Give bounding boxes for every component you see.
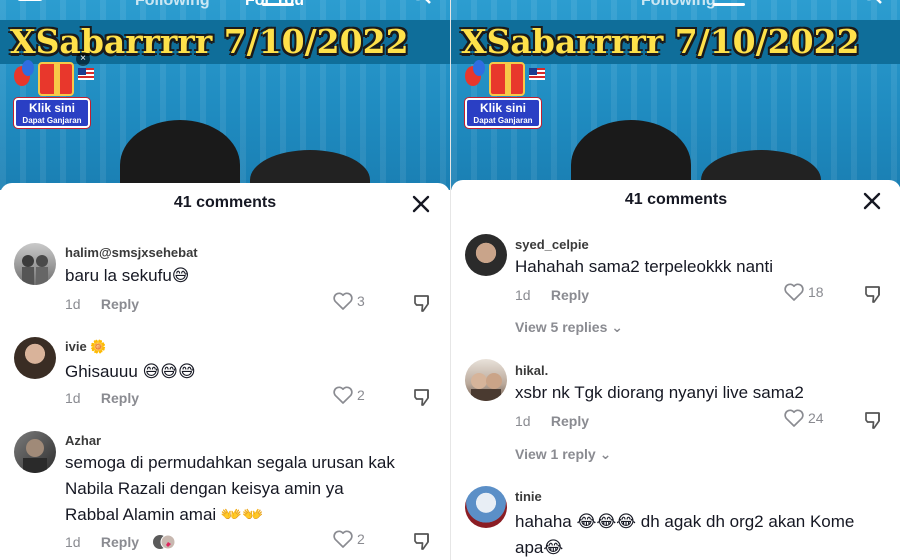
left-screen: Following For You XSabarrrrr 7/10/2022 ×… xyxy=(0,0,450,560)
comment-text: Hahahah sama2 terpeleokkk nanti xyxy=(515,257,773,276)
comment-time: 1d xyxy=(65,390,81,406)
like-button[interactable]: 2 xyxy=(333,386,365,405)
heart-icon xyxy=(784,283,804,302)
heart-icon xyxy=(333,386,353,405)
comment-meta: 1d Reply xyxy=(65,296,139,312)
gift-badge-line2: Dapat Ganjaran xyxy=(22,116,82,125)
tab-following[interactable]: Following xyxy=(641,0,716,10)
gift-icon xyxy=(489,62,525,96)
active-tab-indicator xyxy=(713,3,745,6)
comment-item: halim@smsjxsehebat baru la sekufu😅 1d Re… xyxy=(0,239,450,319)
comments-header: 41 comments xyxy=(451,180,900,224)
gift-badge-line2: Dapat Ganjaran xyxy=(473,116,533,125)
close-icon[interactable] xyxy=(861,190,883,212)
balloon-icon xyxy=(473,60,485,76)
avatar[interactable] xyxy=(465,359,507,401)
comment-username[interactable]: halim@smsjxsehebat xyxy=(65,245,198,260)
reply-button[interactable]: Reply xyxy=(551,287,589,303)
right-screen: Following XSabarrrrr 7/10/2022 Klik sini… xyxy=(450,0,900,560)
dislike-icon[interactable] xyxy=(864,410,884,430)
top-navigation: Following xyxy=(451,0,900,12)
view-replies-button[interactable]: View 5 replies ⌄ xyxy=(515,319,623,336)
close-icon[interactable] xyxy=(410,193,432,215)
comment-item: ivie 🌼 Ghisauuu 😅😅😅 1d Reply 2 xyxy=(0,333,450,413)
comments-sheet: 41 comments halim@smsjxsehebat baru la s… xyxy=(0,183,450,560)
like-count: 2 xyxy=(357,387,365,404)
balloon-icon xyxy=(22,60,34,76)
dislike-icon[interactable] xyxy=(413,531,433,551)
flag-icon xyxy=(78,68,94,80)
comment-meta: 1d Reply xyxy=(65,390,139,406)
avatar[interactable] xyxy=(465,234,507,276)
reply-button[interactable]: Reply xyxy=(551,413,589,429)
gift-badge-line1: Klik sini xyxy=(28,101,75,115)
comment-username[interactable]: tinie xyxy=(515,489,542,504)
avatar[interactable] xyxy=(465,486,507,528)
like-count: 18 xyxy=(808,284,824,301)
reply-button[interactable]: Reply xyxy=(101,390,139,406)
comment-username[interactable]: Azhar xyxy=(65,433,101,448)
avatar[interactable] xyxy=(14,337,56,379)
comment-item: syed_celpie Hahahah sama2 terpeleokkk na… xyxy=(451,232,900,342)
like-count: 24 xyxy=(808,410,824,427)
comment-meta: 1d Reply xyxy=(65,534,139,550)
comment-text: hahaha 😂😂😂 dh agak dh org2 akan Kome apa… xyxy=(515,512,855,557)
heart-icon xyxy=(333,292,353,311)
like-button[interactable]: 18 xyxy=(784,283,824,302)
heart-icon xyxy=(333,530,353,549)
comments-header: 41 comments xyxy=(0,183,450,227)
comment-text: baru la sekufu😅 xyxy=(65,266,190,285)
flag-icon xyxy=(529,68,545,80)
like-button[interactable]: 2 xyxy=(333,530,365,549)
search-icon[interactable] xyxy=(408,0,432,4)
like-count: 3 xyxy=(357,293,365,310)
comments-count-title: 41 comments xyxy=(624,191,728,208)
live-icon[interactable] xyxy=(16,0,44,2)
comment-username[interactable]: ivie 🌼 xyxy=(65,339,106,355)
like-button[interactable]: 3 xyxy=(333,292,365,311)
comment-item: hikal. xsbr nk Tgk diorang nyanyi live s… xyxy=(451,357,900,467)
comment-meta: 1d Reply xyxy=(515,413,589,429)
comments-count-title: 41 comments xyxy=(173,194,277,211)
top-navigation: Following For You xyxy=(0,0,450,12)
comment-time: 1d xyxy=(515,413,531,429)
avatar[interactable] xyxy=(14,431,56,473)
comment-username[interactable]: syed_celpie xyxy=(515,237,589,252)
comment-meta: 1d Reply xyxy=(515,287,589,303)
video-banner-text: XSabarrrrr 7/10/2022 xyxy=(10,22,409,61)
comment-item: Azhar semoga di permudahkan segala urusa… xyxy=(0,427,450,560)
comment-time: 1d xyxy=(65,296,81,312)
comment-text: xsbr nk Tgk diorang nyanyi live sama2 xyxy=(515,383,804,402)
comment-time: 1d xyxy=(65,534,81,550)
comment-username[interactable]: hikal. xyxy=(515,363,548,378)
heart-icon xyxy=(784,409,804,428)
comment-text: Ghisauuu 😅😅😅 xyxy=(65,362,196,381)
comment-time: 1d xyxy=(515,287,531,303)
dislike-icon[interactable] xyxy=(864,284,884,304)
comments-sheet: 41 comments syed_celpie Hahahah sama2 te… xyxy=(451,180,900,560)
gift-badge-line1: Klik sini xyxy=(479,101,526,115)
comment-text: semoga di permudahkan segala urusan kak … xyxy=(65,453,395,524)
gift-widget[interactable]: × Klik sini Dapat Ganjaran xyxy=(10,52,94,130)
gift-icon xyxy=(38,62,74,96)
reply-button[interactable]: Reply xyxy=(101,296,139,312)
tab-following[interactable]: Following xyxy=(135,0,210,10)
like-count: 2 xyxy=(357,531,365,548)
comment-item: tinie hahaha 😂😂😂 dh agak dh org2 akan Ko… xyxy=(451,484,900,560)
reply-button[interactable]: Reply xyxy=(101,534,139,550)
gift-badge[interactable]: Klik sini Dapat Ganjaran xyxy=(465,98,541,128)
like-button[interactable]: 24 xyxy=(784,409,824,428)
dislike-icon[interactable] xyxy=(413,387,433,407)
view-replies-button[interactable]: View 1 reply ⌄ xyxy=(515,446,611,463)
dislike-icon[interactable] xyxy=(413,293,433,313)
gift-badge[interactable]: Klik sini Dapat Ganjaran xyxy=(14,98,90,128)
video-banner-text: XSabarrrrr 7/10/2022 xyxy=(461,22,860,61)
avatar[interactable] xyxy=(14,243,56,285)
active-tab-indicator xyxy=(262,3,294,6)
search-icon[interactable] xyxy=(859,0,883,4)
liked-by-avatars xyxy=(152,533,176,551)
gift-close-icon[interactable]: × xyxy=(76,52,90,66)
gift-widget[interactable]: Klik sini Dapat Ganjaran xyxy=(461,60,545,130)
